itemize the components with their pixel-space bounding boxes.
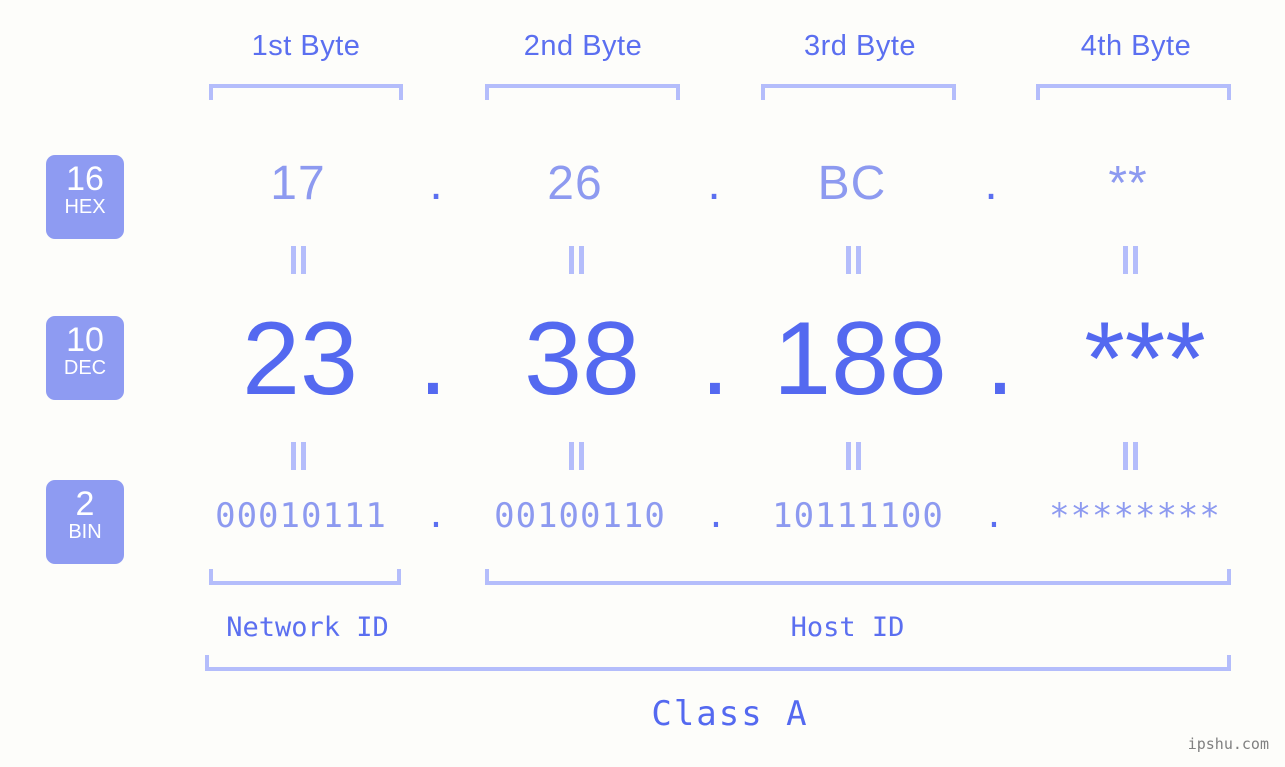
radix-badge-dec-label: DEC bbox=[63, 357, 107, 379]
radix-badge-bin-label: BIN bbox=[68, 521, 102, 543]
hex-octet-2: 26 bbox=[547, 157, 603, 210]
bin-separator-1: . bbox=[425, 496, 447, 536]
class-bracket bbox=[205, 655, 1231, 671]
dec-octet-1: 23 bbox=[242, 301, 358, 417]
equals-mark-hex-dec-3 bbox=[843, 246, 863, 274]
host-id-label: Host ID bbox=[790, 612, 905, 643]
byte-bracket-1 bbox=[209, 84, 403, 100]
dec-separator-1: . bbox=[418, 301, 448, 417]
equals-mark-hex-dec-1 bbox=[288, 246, 308, 274]
radix-badge-bin: 2 BIN bbox=[46, 480, 124, 564]
byte-header-2: 2nd Byte bbox=[523, 30, 643, 62]
bin-octet-3: 10111100 bbox=[772, 496, 944, 536]
equals-mark-dec-bin-4 bbox=[1120, 442, 1140, 470]
bin-octet-1: 00010111 bbox=[215, 496, 387, 536]
equals-mark-hex-dec-4 bbox=[1120, 246, 1140, 274]
radix-badge-hex: 16 HEX bbox=[46, 155, 124, 239]
equals-mark-hex-dec-2 bbox=[566, 246, 586, 274]
ip-breakdown-diagram: 1st Byte 2nd Byte 3rd Byte 4th Byte 16 H… bbox=[0, 0, 1285, 767]
equals-mark-dec-bin-2 bbox=[566, 442, 586, 470]
radix-badge-bin-number: 2 bbox=[75, 485, 95, 523]
hex-octet-3: BC bbox=[817, 157, 887, 210]
byte-header-4: 4th Byte bbox=[1080, 30, 1192, 62]
dec-octet-2: 38 bbox=[524, 301, 640, 417]
byte-bracket-2 bbox=[485, 84, 680, 100]
radix-badge-hex-label: HEX bbox=[64, 196, 106, 218]
host-id-bracket bbox=[485, 569, 1231, 585]
hex-separator-1: . bbox=[429, 157, 443, 210]
byte-header-3: 3rd Byte bbox=[804, 30, 916, 62]
byte-bracket-4 bbox=[1036, 84, 1231, 100]
bin-octet-2: 00100110 bbox=[494, 496, 666, 536]
bin-separator-3: . bbox=[983, 496, 1005, 536]
hex-octet-1: 17 bbox=[270, 157, 326, 210]
watermark: ipshu.com bbox=[1187, 735, 1269, 753]
hex-separator-3: . bbox=[984, 157, 998, 210]
equals-mark-dec-bin-1 bbox=[288, 442, 308, 470]
byte-bracket-3 bbox=[761, 84, 956, 100]
dec-octet-4: *** bbox=[1084, 301, 1206, 417]
radix-badge-hex-number: 16 bbox=[66, 160, 104, 198]
radix-badge-dec-number: 10 bbox=[66, 321, 104, 359]
bin-separator-2: . bbox=[705, 496, 727, 536]
equals-mark-dec-bin-3 bbox=[843, 442, 863, 470]
network-id-bracket bbox=[209, 569, 401, 585]
hex-octet-4: ** bbox=[1108, 157, 1148, 210]
bin-octet-4: ******** bbox=[1049, 496, 1221, 536]
byte-header-1: 1st Byte bbox=[251, 30, 361, 62]
dec-octet-3: 188 bbox=[773, 301, 947, 417]
hex-separator-2: . bbox=[707, 157, 721, 210]
radix-badge-dec: 10 DEC bbox=[46, 316, 124, 400]
class-label: Class A bbox=[651, 694, 809, 734]
network-id-label: Network ID bbox=[226, 612, 389, 643]
